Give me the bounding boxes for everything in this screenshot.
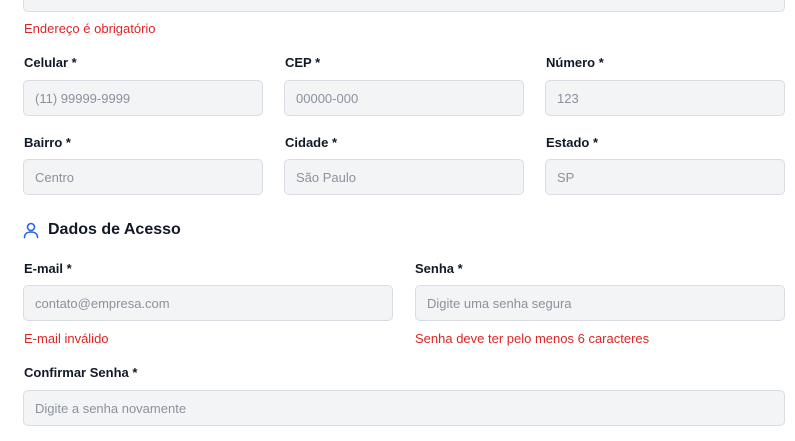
- user-icon: [23, 222, 39, 239]
- numero-input[interactable]: [545, 80, 785, 116]
- confirmar-senha-input[interactable]: [23, 390, 785, 426]
- bairro-label: Bairro *: [24, 135, 71, 150]
- cep-input[interactable]: [284, 80, 524, 116]
- cidade-label: Cidade *: [285, 135, 338, 150]
- email-input[interactable]: [23, 285, 393, 321]
- senha-input[interactable]: [415, 285, 785, 321]
- senha-error: Senha deve ter pelo menos 6 caracteres: [415, 331, 650, 346]
- section-title-dados-acesso: Dados de Acesso: [48, 221, 181, 238]
- address-error: Endereço é obrigatório: [24, 21, 156, 36]
- estado-label: Estado *: [546, 135, 599, 150]
- email-label: E-mail *: [24, 261, 72, 276]
- address-input[interactable]: [23, 0, 785, 12]
- celular-label: Celular *: [24, 55, 77, 70]
- email-error: E-mail inválido: [24, 331, 109, 346]
- numero-label: Número *: [546, 55, 604, 70]
- cidade-input[interactable]: [284, 159, 524, 195]
- estado-input[interactable]: [545, 159, 785, 195]
- confirmar-senha-label: Confirmar Senha *: [24, 365, 138, 380]
- cep-label: CEP *: [285, 55, 321, 70]
- senha-label: Senha *: [415, 261, 463, 276]
- celular-input[interactable]: [23, 80, 263, 116]
- bairro-input[interactable]: [23, 159, 263, 195]
